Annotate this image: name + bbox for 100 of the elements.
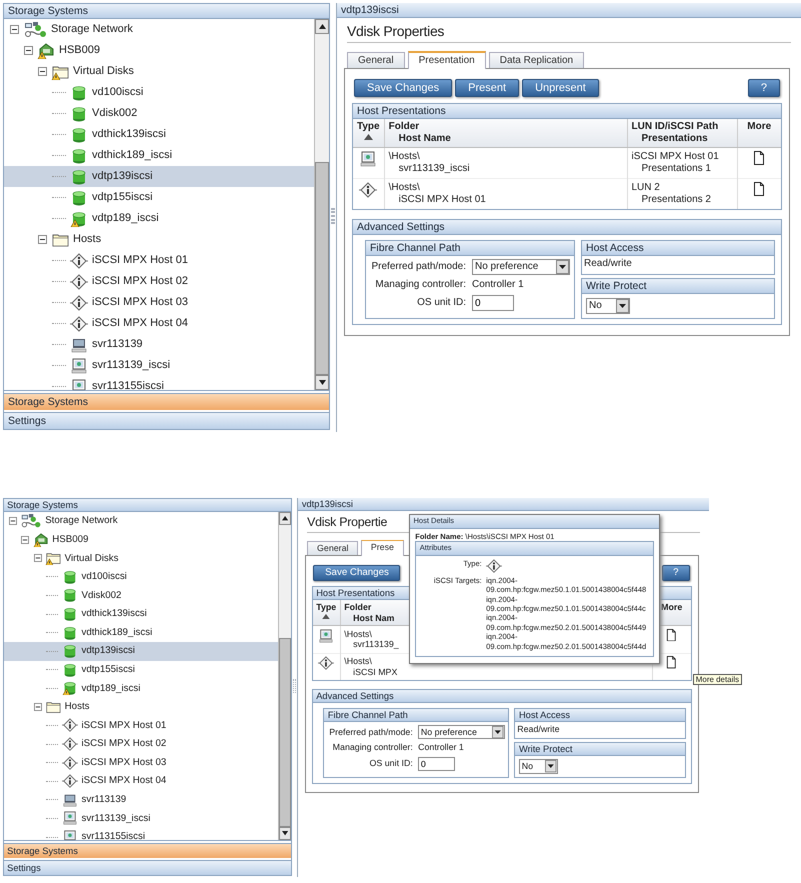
tree-item[interactable]: vdtp189_iscsi: [4, 208, 314, 229]
tree-item[interactable]: Hosts: [4, 229, 314, 250]
collapse-icon[interactable]: [8, 517, 17, 526]
document-icon[interactable]: [666, 656, 678, 669]
scroll-down-button[interactable]: [315, 375, 329, 390]
document-icon[interactable]: [753, 182, 766, 196]
tree-item[interactable]: vdthick189_iscsi: [4, 145, 314, 166]
help-button[interactable]: ?: [662, 564, 690, 581]
action-button[interactable]: Save Changes: [354, 79, 452, 97]
document-icon[interactable]: [753, 151, 766, 165]
tree-item[interactable]: svr113139_iscsi: [4, 809, 278, 828]
section-header: Fibre Channel Path: [324, 708, 508, 722]
host-name: svr113139_: [352, 639, 399, 650]
dropdown[interactable]: No: [586, 298, 630, 314]
column-header[interactable]: Folder: [388, 121, 622, 133]
tree-item[interactable]: Storage Network: [4, 19, 314, 40]
dropdown[interactable]: No: [518, 759, 558, 774]
collapse-icon[interactable]: [10, 25, 19, 34]
tab[interactable]: General: [307, 540, 358, 556]
nav-bar-item[interactable]: Storage Systems: [4, 842, 292, 858]
collapse-icon[interactable]: [21, 536, 30, 544]
collapse-icon[interactable]: [38, 235, 47, 244]
tree-item[interactable]: vdtp139iscsi: [4, 166, 314, 187]
collapse-icon[interactable]: [34, 703, 42, 711]
caret-icon[interactable]: [556, 260, 569, 274]
tree-item[interactable]: vdthick139iscsi: [4, 124, 314, 145]
tree-item[interactable]: iSCSI MPX Host 04: [4, 313, 314, 334]
help-button[interactable]: ?: [748, 79, 780, 97]
host-name: svr113139_iscsi: [398, 163, 470, 175]
lun-path: iSCSI MPX Host 01: [632, 151, 719, 163]
scrollbar[interactable]: [278, 512, 292, 840]
column-header[interactable]: Type: [316, 602, 336, 613]
splitter-handle[interactable]: [331, 208, 335, 224]
tab[interactable]: Data Replication: [488, 52, 584, 68]
collapse-icon[interactable]: [38, 67, 47, 76]
tree-item[interactable]: Storage Network: [4, 512, 278, 530]
nav-bar-item[interactable]: Settings: [4, 412, 329, 429]
tree-item[interactable]: iSCSI MPX Host 03: [4, 292, 314, 313]
tree-item[interactable]: vdtp139iscsi: [4, 642, 278, 661]
tree-item[interactable]: iSCSI MPX Host 01: [4, 716, 278, 735]
tree-item[interactable]: svr113139: [4, 334, 314, 355]
input-field[interactable]: 0: [472, 295, 514, 311]
tab[interactable]: Prese: [360, 540, 404, 556]
column-header[interactable]: Presentations: [632, 133, 732, 145]
tree-item[interactable]: iSCSI MPX Host 02: [4, 734, 278, 754]
column-header[interactable]: More: [742, 121, 777, 133]
tree-item[interactable]: HSB009: [4, 530, 278, 550]
dropdown[interactable]: No preference: [418, 724, 505, 739]
tree-item[interactable]: vdtp189_iscsi: [4, 679, 278, 698]
scroll-up-button[interactable]: [278, 512, 292, 526]
tab[interactable]: General: [347, 52, 405, 68]
tree-item[interactable]: svr113139: [4, 790, 278, 810]
tree-item[interactable]: vd100iscsi: [4, 568, 278, 586]
collapse-icon[interactable]: [24, 46, 33, 55]
panel-title: vdtp139iscsi: [298, 498, 709, 511]
dropdown[interactable]: No preference: [472, 259, 570, 275]
scrollbar-thumb[interactable]: [278, 638, 292, 827]
nav-bar-item[interactable]: Settings: [4, 860, 292, 875]
section-header: Write Protect: [582, 279, 774, 294]
collapse-icon[interactable]: [34, 554, 42, 562]
tree-item[interactable]: iSCSI MPX Host 02: [4, 271, 314, 292]
tab[interactable]: Presentation: [408, 51, 486, 69]
tree-item[interactable]: Virtual Disks: [4, 549, 278, 568]
column-header[interactable]: LUN ID/iSCSI Path: [632, 121, 732, 133]
input-field[interactable]: 0: [418, 756, 456, 771]
tree-item[interactable]: vdthick139iscsi: [4, 604, 278, 624]
field-label: Preferred path/mode:: [328, 726, 413, 738]
splitter-handle[interactable]: [292, 679, 296, 694]
tree-item[interactable]: vdtp155iscsi: [4, 660, 278, 680]
caret-icon[interactable]: [545, 760, 557, 773]
nav-bar-item[interactable]: Storage Systems: [4, 393, 329, 410]
tree-item[interactable]: iSCSI MPX Host 03: [4, 753, 278, 772]
scroll-down-button[interactable]: [278, 826, 292, 840]
tree-item[interactable]: HSB009: [4, 40, 314, 61]
column-header[interactable]: Type: [357, 121, 380, 133]
tree-item[interactable]: Virtual Disks: [4, 61, 314, 82]
tree-item[interactable]: svr113139_iscsi: [4, 355, 314, 376]
tree-item[interactable]: Vdisk002: [4, 103, 314, 124]
tree-item[interactable]: iSCSI MPX Host 01: [4, 250, 314, 271]
scrollbar[interactable]: [314, 19, 329, 390]
tree-item[interactable]: Hosts: [4, 698, 278, 716]
host-name: iSCSI MPX Host 01: [398, 194, 486, 206]
tree-item[interactable]: iSCSI MPX Host 04: [4, 772, 278, 791]
action-button[interactable]: Unpresent: [522, 79, 599, 97]
action-button[interactable]: Save Changes: [313, 564, 400, 581]
column-header[interactable]: More: [656, 602, 688, 613]
scrollbar-thumb[interactable]: [315, 162, 329, 375]
tree-item[interactable]: Vdisk002: [4, 586, 278, 605]
sort-ascending-icon[interactable]: [322, 614, 330, 619]
tree-item[interactable]: vdtp155iscsi: [4, 187, 314, 208]
column-header[interactable]: Host Name: [388, 133, 622, 145]
tree-item[interactable]: vdthick189_iscsi: [4, 623, 278, 642]
caret-icon[interactable]: [616, 299, 629, 313]
caret-icon[interactable]: [492, 726, 504, 738]
sort-ascending-icon[interactable]: [364, 134, 373, 140]
tree-item[interactable]: vd100iscsi: [4, 82, 314, 103]
action-button[interactable]: Present: [455, 79, 520, 97]
document-icon[interactable]: [666, 628, 678, 642]
tooltip: More details: [693, 674, 742, 686]
scroll-up-button[interactable]: [315, 19, 329, 34]
